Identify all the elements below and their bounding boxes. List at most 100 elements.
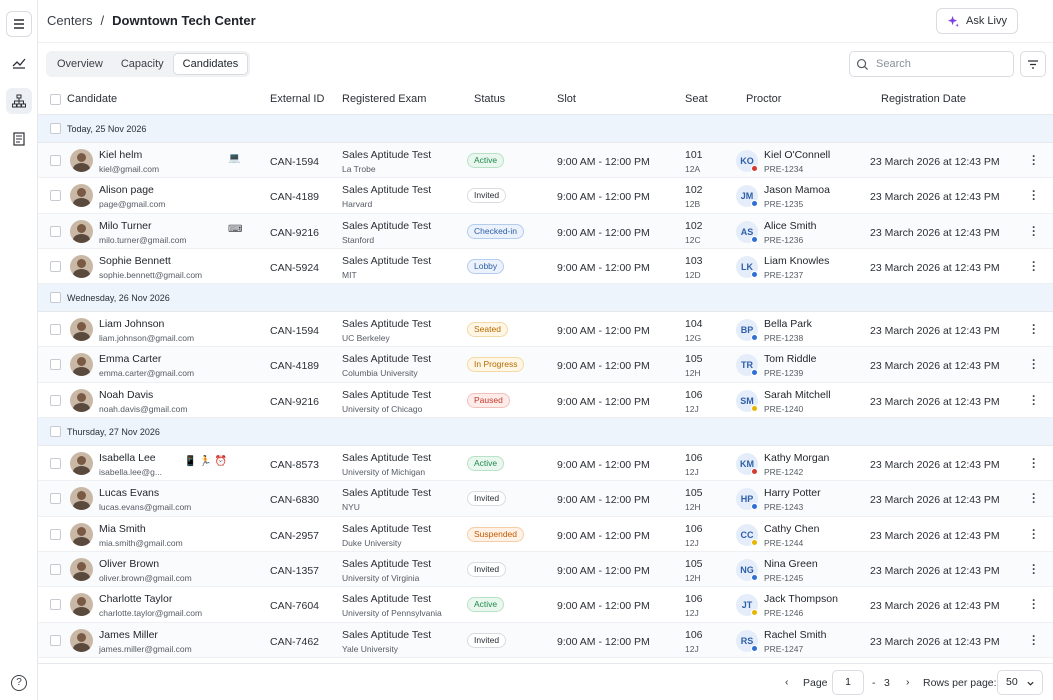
- more-options-icon[interactable]: · · ·: [1032, 488, 1036, 508]
- menu-button[interactable]: [6, 11, 32, 37]
- table-row[interactable]: James Miller james.miller@gmail.com CAN-74…: [38, 622, 1053, 658]
- column-header-registration-date[interactable]: Registration Date: [881, 93, 966, 105]
- candidate-name[interactable]: Noah Davis: [99, 389, 153, 401]
- candidate-name[interactable]: Mia Smith: [99, 523, 146, 535]
- proctor-name[interactable]: Nina Green: [764, 558, 818, 570]
- more-options-icon[interactable]: · · ·: [1032, 594, 1036, 614]
- proctor-name[interactable]: Bella Park: [764, 318, 812, 330]
- tab-capacity[interactable]: Capacity: [112, 53, 173, 75]
- row-checkbox[interactable]: [50, 359, 61, 371]
- row-checkbox[interactable]: [50, 190, 61, 202]
- proctor-name[interactable]: Kathy Morgan: [764, 452, 829, 464]
- table-row[interactable]: Alison page page@gmail.com CAN-4189 Sales A…: [38, 178, 1053, 214]
- rows-per-page-select[interactable]: 50: [997, 670, 1043, 695]
- row-checkbox[interactable]: [50, 563, 61, 575]
- more-options-icon[interactable]: · · ·: [1032, 319, 1036, 339]
- candidate-name[interactable]: Emma Carter: [99, 353, 161, 365]
- more-options-icon[interactable]: · · ·: [1032, 150, 1036, 170]
- more-options-icon[interactable]: · · ·: [1032, 185, 1036, 205]
- analytics-nav-button[interactable]: [6, 50, 32, 76]
- more-options-icon[interactable]: · · ·: [1032, 524, 1036, 544]
- proctor-name[interactable]: Liam Knowles: [764, 255, 829, 267]
- row-checkbox[interactable]: [50, 493, 61, 505]
- table-row[interactable]: Emma Carter emma.carter@gmail.com CAN-4189…: [38, 347, 1053, 383]
- table-row[interactable]: Liam Johnson liam.johnson@gmail.com CAN-15…: [38, 312, 1053, 348]
- table-row[interactable]: Lucas Evans lucas.evans@gmail.com CAN-6830…: [38, 481, 1053, 517]
- tab-candidates[interactable]: Candidates: [172, 53, 249, 75]
- group-checkbox[interactable]: [50, 426, 61, 438]
- more-options-icon[interactable]: · · ·: [1032, 630, 1036, 650]
- help-icon[interactable]: ?: [11, 675, 27, 691]
- table-row[interactable]: Kiel helm kiel@gmail.com 💻 CAN-1594 Sales Ap…: [38, 143, 1053, 179]
- candidate-name[interactable]: Isabella Lee: [99, 452, 156, 464]
- column-header-external-id[interactable]: External ID: [270, 93, 324, 105]
- candidate-name[interactable]: James Miller: [99, 629, 158, 641]
- status-badge: In Progress: [467, 357, 525, 373]
- more-options-icon[interactable]: · · ·: [1032, 559, 1036, 579]
- table-row[interactable]: Milo Turner milo.turner@gmail.com ⌨ CAN-921…: [38, 213, 1053, 249]
- group-checkbox[interactable]: [50, 123, 61, 134]
- table-row[interactable]: Noah Davis noah.davis@gmail.com CAN-9216 Sa…: [38, 383, 1053, 419]
- row-checkbox[interactable]: [50, 634, 61, 646]
- column-header-slot[interactable]: Slot: [557, 93, 576, 105]
- proctor-name[interactable]: Rachel Smith: [764, 629, 826, 641]
- candidate-name[interactable]: Sophie Bennett: [99, 255, 171, 267]
- table-row[interactable]: Charlotte Taylor charlotte.taylor@gmail.c…: [38, 587, 1053, 623]
- candidate-name[interactable]: Charlotte Taylor: [99, 593, 172, 605]
- candidate-name[interactable]: Liam Johnson: [99, 318, 164, 330]
- prev-page-icon[interactable]: ‹: [785, 676, 789, 688]
- row-checkbox[interactable]: [50, 225, 61, 237]
- org-chart-nav-button[interactable]: [6, 88, 32, 114]
- proctor-name[interactable]: Tom Riddle: [764, 353, 817, 365]
- exam-name: Sales Aptitude Test: [342, 149, 432, 161]
- table-row[interactable]: Isabella Lee isabella.lee@g... 📱 🏃 ⏰ CAN-85…: [38, 446, 1053, 482]
- column-header-status[interactable]: Status: [474, 93, 505, 105]
- group-checkbox[interactable]: [50, 292, 61, 304]
- candidate-name[interactable]: Lucas Evans: [99, 487, 159, 499]
- more-options-icon[interactable]: · · ·: [1032, 390, 1036, 410]
- candidate-email: emma.carter@gmail.com: [99, 368, 195, 379]
- proctor-name[interactable]: Harry Potter: [764, 487, 821, 499]
- table-row[interactable]: Sophie Bennett sophie.bennett@gmail.com CA…: [38, 249, 1053, 285]
- proctor-id: PRE-1243: [764, 502, 804, 513]
- ask-livy-button[interactable]: Ask Livy: [936, 8, 1018, 34]
- reports-nav-button[interactable]: [6, 126, 32, 152]
- table-row[interactable]: Mia Smith mia.smith@gmail.com CAN-2957 Sale…: [38, 517, 1053, 552]
- candidate-name[interactable]: Oliver Brown: [99, 558, 159, 570]
- proctor-name[interactable]: Kiel O'Connell: [764, 149, 830, 161]
- row-checkbox[interactable]: [50, 155, 61, 166]
- more-options-icon[interactable]: · · ·: [1032, 453, 1036, 473]
- row-checkbox[interactable]: [50, 394, 61, 406]
- row-checkbox[interactable]: [50, 599, 61, 611]
- column-header-seat[interactable]: Seat: [685, 93, 708, 105]
- row-checkbox[interactable]: [50, 324, 61, 336]
- row-checkbox[interactable]: [50, 260, 61, 272]
- table-row[interactable]: Oliver Brown oliver.brown@gmail.com CAN-13…: [38, 551, 1053, 588]
- left-rail: [0, 0, 38, 700]
- proctor-name[interactable]: Jack Thompson: [764, 593, 838, 605]
- more-options-icon[interactable]: · · ·: [1032, 221, 1036, 241]
- proctor-name[interactable]: Jason Mamoa: [764, 184, 830, 196]
- breadcrumb-parent[interactable]: Centers: [47, 13, 93, 28]
- row-checkbox[interactable]: [50, 458, 61, 470]
- tab-overview[interactable]: Overview: [48, 53, 112, 75]
- search-input[interactable]: [876, 58, 996, 70]
- column-header-exam[interactable]: Registered Exam: [342, 93, 426, 105]
- proctor-name[interactable]: Alice Smith: [764, 220, 817, 232]
- candidate-name[interactable]: Milo Turner: [99, 220, 152, 232]
- column-header-candidate[interactable]: Candidate: [67, 93, 117, 105]
- proctor-id: PRE-1245: [764, 572, 804, 583]
- external-id: CAN-8573: [270, 459, 320, 472]
- select-all-checkbox[interactable]: [50, 94, 61, 105]
- row-checkbox[interactable]: [50, 528, 61, 540]
- candidate-name[interactable]: Alison page: [99, 184, 154, 196]
- next-page-icon[interactable]: ›: [906, 676, 910, 688]
- more-options-icon[interactable]: · · ·: [1032, 256, 1036, 276]
- more-options-icon[interactable]: · · ·: [1032, 354, 1036, 374]
- proctor-name[interactable]: Sarah Mitchell: [764, 389, 831, 401]
- column-header-proctor[interactable]: Proctor: [746, 93, 781, 105]
- page-number-input[interactable]: 1: [832, 670, 864, 695]
- proctor-name[interactable]: Cathy Chen: [764, 523, 819, 535]
- candidate-name[interactable]: Kiel helm: [99, 149, 142, 161]
- filter-button[interactable]: [1020, 51, 1046, 77]
